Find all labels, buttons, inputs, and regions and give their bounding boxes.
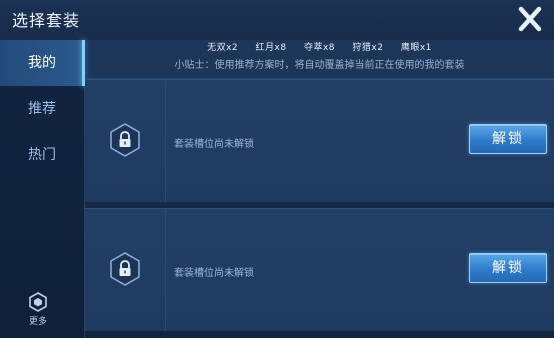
close-button[interactable] <box>513 3 547 35</box>
summary-item: 无双x2 <box>207 43 239 53</box>
current-suit-summary: 无双x2 红月x8 夺萃x8 狩猎x2 鹰眼x1 小贴士：使用推荐方案时，将自动… <box>85 40 554 79</box>
lock-icon <box>110 123 140 157</box>
slot-divider <box>165 209 166 331</box>
hexagon-more-icon <box>29 292 47 312</box>
sidebar: 我的 推荐 热门 更多 <box>0 40 85 338</box>
page-title: 选择套装 <box>12 11 81 30</box>
lock-badge <box>107 122 143 158</box>
unlock-button[interactable]: 解锁 <box>469 124 547 154</box>
close-icon <box>518 6 542 32</box>
slot-status-text: 套装槽位尚未解锁 <box>174 268 254 279</box>
lock-icon <box>110 252 140 286</box>
unlock-button[interactable]: 解锁 <box>469 253 547 283</box>
more-label: 更多 <box>28 317 47 327</box>
tab-popular[interactable]: 热门 <box>0 132 84 178</box>
summary-items: 无双x2 红月x8 夺萃x8 狩猎x2 鹰眼x1 <box>85 40 554 53</box>
tab-recommended[interactable]: 推荐 <box>0 86 84 132</box>
summary-item: 鹰眼x1 <box>400 43 432 53</box>
summary-item: 红月x8 <box>255 43 287 53</box>
slot-divider <box>165 80 166 202</box>
tip-text: 小贴士：使用推荐方案时，将自动覆盖掉当前正在使用的我的套装 <box>174 60 465 71</box>
header-bar: 选择套装 <box>0 0 554 40</box>
lock-badge <box>107 251 143 287</box>
summary-item: 夺萃x8 <box>303 43 336 53</box>
suit-slot: 套装槽位尚未解锁 解锁 <box>85 208 554 331</box>
slot-status-text: 套装槽位尚未解锁 <box>174 139 254 150</box>
suit-selection-panel: 选择套装 我的 推荐 热门 更多 无双x2 红月x8 夺萃x8 狩猎x2 鹰眼x… <box>0 0 554 338</box>
more-button[interactable]: 更多 <box>0 292 84 332</box>
suit-list: 无双x2 红月x8 夺萃x8 狩猎x2 鹰眼x1 小贴士：使用推荐方案时，将自动… <box>85 40 554 338</box>
suit-slot: 套装槽位尚未解锁 解锁 <box>85 79 554 202</box>
summary-item: 狩猎x2 <box>352 43 384 53</box>
tab-mine[interactable]: 我的 <box>0 40 85 86</box>
